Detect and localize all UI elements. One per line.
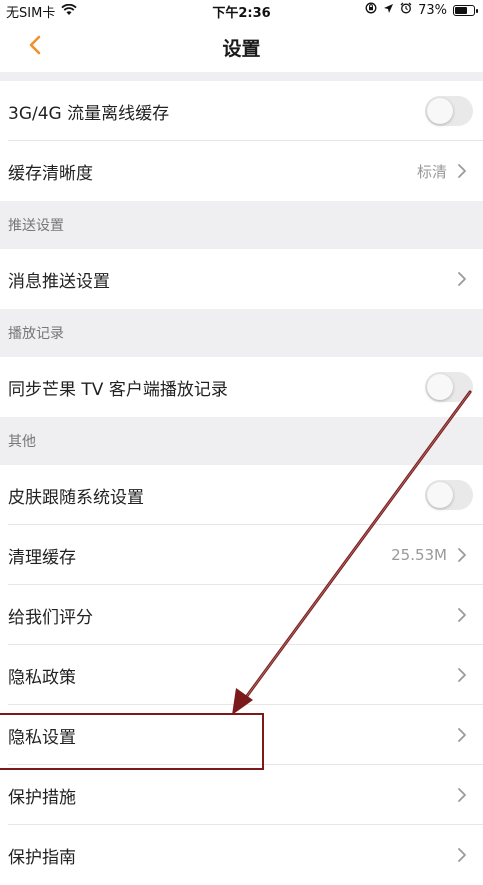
chevron-right-icon [458,848,466,862]
location-icon [383,3,394,18]
clear-cache-value: 25.53M [391,546,447,564]
skin-follow-toggle[interactable] [425,480,473,510]
chevron-right-icon [458,788,466,802]
chevron-right-icon [458,668,466,682]
skin-follow-label: 皮肤跟随系统设置 [8,487,144,508]
rate-us-row[interactable]: 给我们评分 [0,585,483,645]
page-title: 设置 [222,38,261,60]
history-section-header: 播放记录 [0,309,483,357]
section-divider [0,72,483,81]
sync-history-toggle[interactable] [425,372,473,402]
push-settings-label: 消息推送设置 [8,271,110,292]
chevron-right-icon [458,164,466,178]
clear-cache-label: 清理缓存 [8,547,76,568]
cache-quality-label: 缓存清晰度 [8,163,93,184]
offline-cache-label: 3G/4G 流量离线缓存 [8,103,170,124]
protection-guide-label: 保护指南 [8,847,76,868]
protection-guide-row[interactable]: 保护指南 [0,825,483,885]
clear-cache-row[interactable]: 清理缓存 25.53M [0,525,483,585]
chevron-right-icon [458,548,466,562]
skin-follow-row[interactable]: 皮肤跟随系统设置 [0,465,483,525]
privacy-policy-row[interactable]: 隐私政策 [0,645,483,705]
push-section-header: 推送设置 [0,201,483,249]
other-section-header: 其他 [0,417,483,465]
sync-history-label: 同步芒果 TV 客户端播放记录 [8,379,228,400]
push-settings-row[interactable]: 消息推送设置 [0,249,483,309]
offline-cache-toggle[interactable] [425,96,473,126]
protection-measures-row[interactable]: 保护措施 [0,765,483,825]
privacy-policy-label: 隐私政策 [8,667,76,688]
offline-cache-row[interactable]: 3G/4G 流量离线缓存 [0,81,483,141]
cache-quality-value: 标清 [416,162,447,181]
status-bar: 无SIM卡 下午2:36 73% [0,0,483,22]
orientation-lock-icon [365,2,377,18]
chevron-right-icon [458,272,466,286]
cache-quality-row[interactable]: 缓存清晰度 标清 [0,141,483,201]
nav-bar: 设置 [0,22,483,72]
privacy-settings-row[interactable]: 隐私设置 [0,705,483,765]
sync-history-row[interactable]: 同步芒果 TV 客户端播放记录 [0,357,483,417]
battery-icon [453,4,478,16]
chevron-right-icon [458,608,466,622]
protection-measures-label: 保护措施 [8,787,76,808]
battery-percent: 73% [418,2,447,18]
privacy-settings-label: 隐私设置 [8,727,76,748]
settings-list: 3G/4G 流量离线缓存 缓存清晰度 标清 推送设置 消息推送设置 播放记录 同… [0,72,483,885]
chevron-right-icon [458,728,466,742]
rate-us-label: 给我们评分 [8,607,93,628]
alarm-icon [400,2,412,18]
